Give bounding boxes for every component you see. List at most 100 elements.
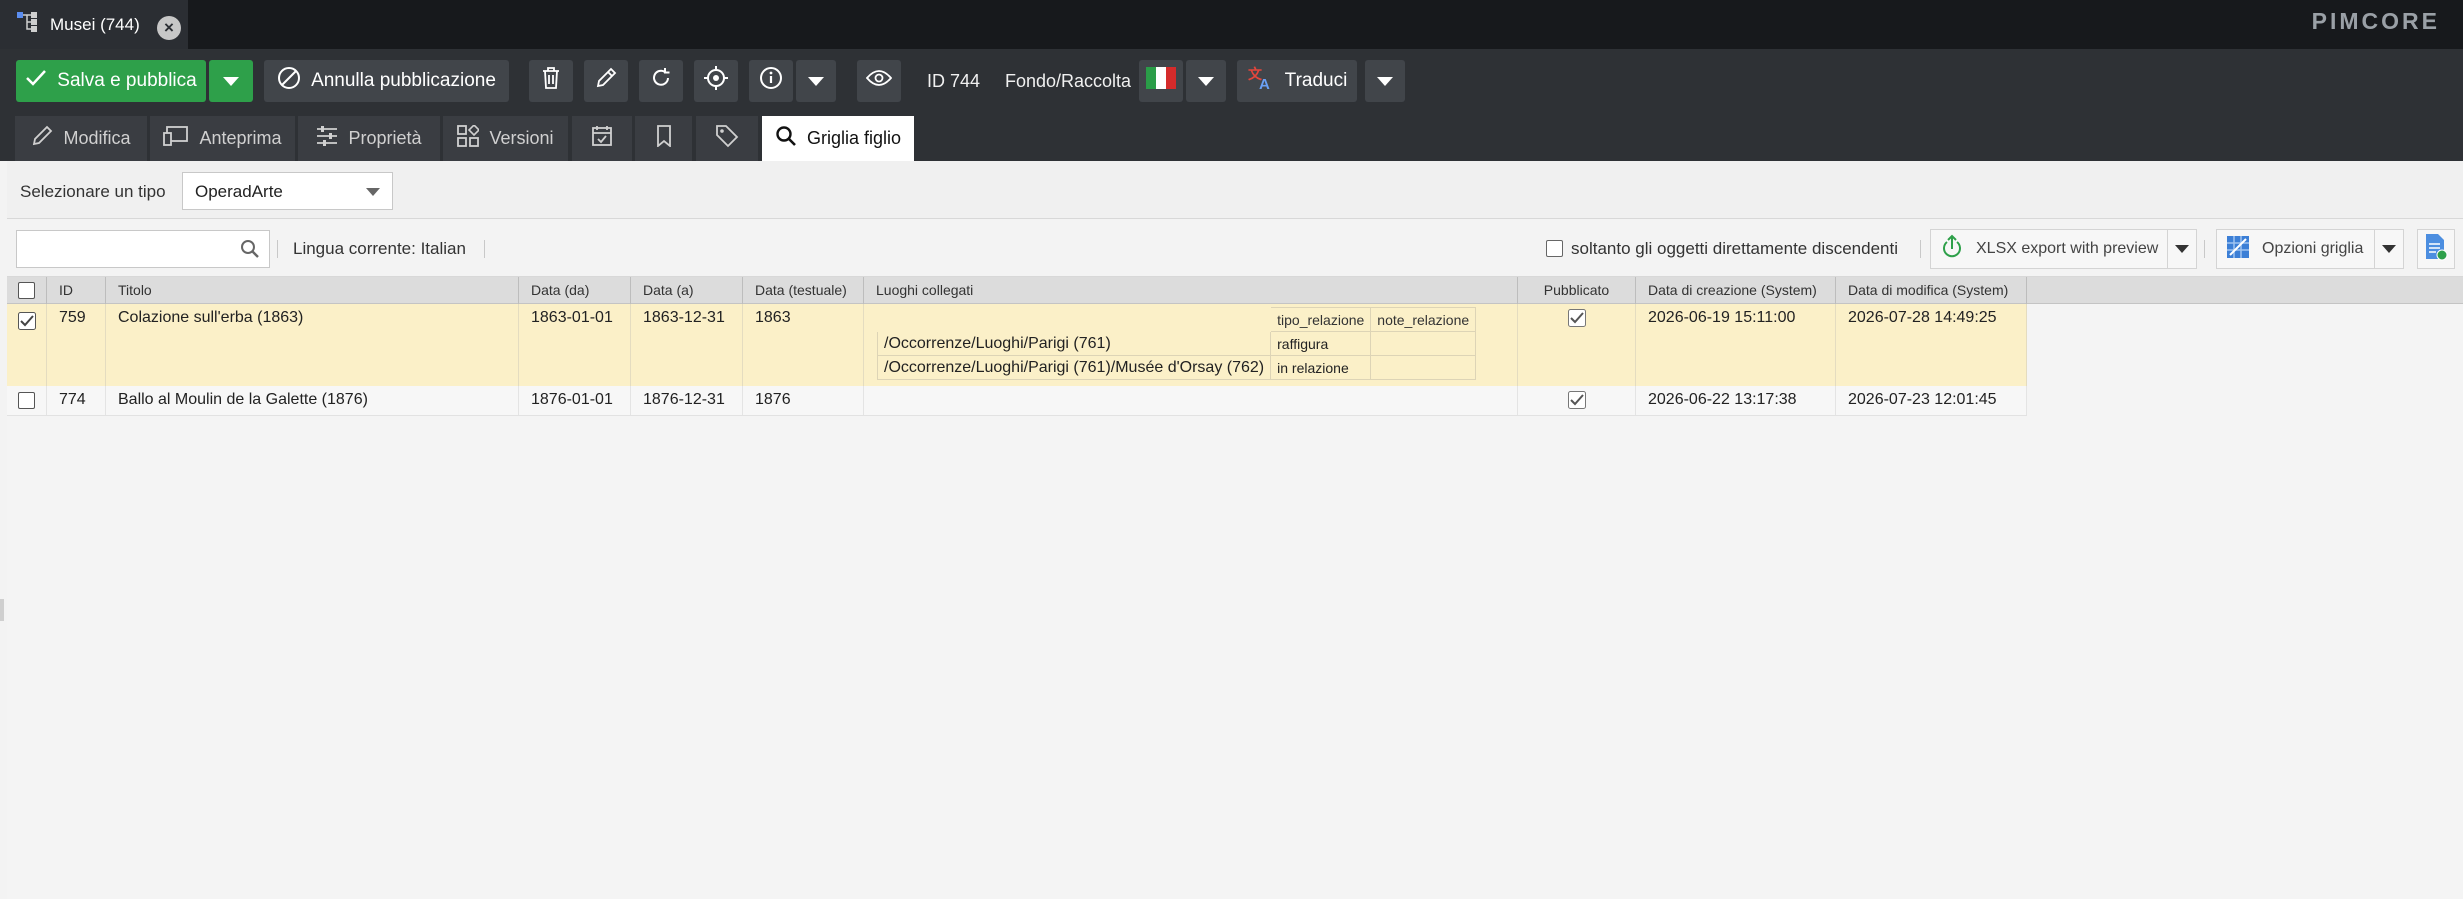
- tab-properties-label: Proprietà: [348, 128, 422, 148]
- cell-published: [1518, 304, 1636, 386]
- grid-options-button[interactable]: Opzioni griglia: [2216, 229, 2404, 269]
- cell-title: Colazione sull'erba (1863): [106, 304, 519, 386]
- cell-published: [1518, 386, 1636, 415]
- row-select-checkbox[interactable]: [18, 392, 35, 409]
- column-header-date-to[interactable]: Data (a): [631, 277, 743, 304]
- tab-properties[interactable]: Proprietà: [298, 116, 440, 161]
- chevron-down-icon: [223, 76, 239, 86]
- checked-checkbox-icon[interactable]: [18, 312, 36, 330]
- tab-versions-label: Versioni: [489, 128, 554, 148]
- tab-edit-label: Modifica: [63, 128, 131, 148]
- chevron-down-icon: [1198, 76, 1214, 86]
- tree-collapse-handle[interactable]: [0, 599, 4, 621]
- check-icon: [25, 69, 47, 93]
- show-in-tree-button[interactable]: [694, 60, 738, 102]
- translate-dropdown[interactable]: [1365, 60, 1405, 102]
- unpublish-button[interactable]: Annulla pubblicazione: [264, 60, 509, 102]
- published-check-icon: [1568, 391, 1586, 409]
- tab-preview-label: Anteprima: [199, 128, 282, 148]
- divider: [484, 240, 485, 258]
- column-header-date-from[interactable]: Data (da): [519, 277, 631, 304]
- class-type-value: OperadArte: [195, 182, 283, 201]
- divider: [1920, 240, 1921, 258]
- column-header-id[interactable]: ID: [47, 277, 106, 304]
- main-toolbar: Salva e pubblica Annulla pubblicazione I…: [0, 49, 2463, 111]
- row-select-cell: [7, 386, 47, 415]
- cell-created: 2026-06-22 13:17:38: [1636, 386, 1836, 415]
- direct-children-checkbox[interactable]: [1546, 240, 1563, 257]
- cell-id: 759: [47, 304, 106, 386]
- tab-tags[interactable]: [696, 116, 758, 161]
- preview-button[interactable]: [857, 60, 901, 102]
- select-all-checkbox[interactable]: [18, 282, 35, 299]
- sliders-icon: [316, 126, 338, 151]
- xlsx-export-button[interactable]: XLSX export with preview: [1930, 229, 2197, 269]
- table-row[interactable]: 759 Colazione sull'erba (1863) 1863-01-0…: [7, 304, 2027, 386]
- published-check-icon: [1568, 309, 1586, 327]
- eye-icon: [865, 69, 893, 93]
- save-options-dropdown[interactable]: [209, 60, 253, 102]
- info-options-dropdown[interactable]: [796, 60, 836, 102]
- object-id: ID 744: [927, 71, 981, 91]
- cell-title: Ballo al Moulin de la Galette (1876): [106, 386, 519, 415]
- linked-places-header-row: tipo_relazione note_relazione: [878, 307, 1477, 332]
- chevron-down-icon: [366, 188, 380, 196]
- cell-id: 774: [47, 386, 106, 415]
- linked-place-row[interactable]: /Occorrenze/Luoghi/Parigi (761)/Musée d'…: [876, 355, 1477, 380]
- linked-place-relation-notes: [1370, 355, 1477, 380]
- calendar-check-icon: [591, 125, 613, 152]
- info-button[interactable]: [749, 60, 793, 102]
- reload-button[interactable]: [639, 60, 683, 102]
- tab-versions[interactable]: Versioni: [443, 116, 568, 161]
- linked-places-table: tipo_relazione note_relazione /Occorrenz…: [876, 307, 1477, 380]
- grid-options-dropdown[interactable]: [2374, 230, 2403, 268]
- save-publish-label: Salva e pubblica: [57, 70, 197, 91]
- linked-place-path[interactable]: /Occorrenze/Luoghi/Parigi (761): [876, 331, 1272, 356]
- class-type-row: Selezionare un tipo OperadArte: [7, 161, 2463, 219]
- column-header-date-text[interactable]: Data (testuale): [743, 277, 864, 304]
- tab-child-grid-label: Griglia figlio: [806, 128, 902, 148]
- translate-button[interactable]: 文A Traduci: [1237, 60, 1357, 102]
- close-icon[interactable]: ×: [157, 16, 181, 40]
- pencil-icon: [31, 125, 53, 152]
- column-header-created[interactable]: Data di creazione (System): [1636, 277, 1836, 304]
- xlsx-export-dropdown[interactable]: [2167, 230, 2196, 268]
- column-header-linked-places[interactable]: Luoghi collegati: [864, 277, 1518, 304]
- cell-date-text: 1863: [743, 304, 864, 386]
- refresh-icon: [650, 67, 672, 95]
- row-select-cell: [7, 304, 47, 386]
- column-header-published[interactable]: Pubblicato: [1518, 277, 1636, 304]
- tab-schedule[interactable]: [572, 116, 632, 161]
- tab-child-grid[interactable]: Griglia figlio: [762, 116, 914, 161]
- top-tab-strip: Musei (744) × PIMCORE: [0, 0, 2463, 49]
- pencil-icon: [595, 67, 617, 95]
- language-dropdown[interactable]: [1186, 60, 1226, 102]
- tab-preview[interactable]: Anteprima: [150, 116, 295, 161]
- grid-options-icon: [2226, 235, 2250, 264]
- search-icon: [775, 125, 797, 152]
- search-input[interactable]: [16, 230, 270, 268]
- linked-place-path[interactable]: /Occorrenze/Luoghi/Parigi (761)/Musée d'…: [876, 355, 1272, 380]
- bookmark-icon: [656, 125, 672, 152]
- document-tab[interactable]: Musei (744) ×: [0, 0, 188, 49]
- save-publish-button[interactable]: Salva e pubblica: [16, 60, 206, 102]
- tab-title: Musei (744): [50, 14, 140, 34]
- tab-edit[interactable]: Modifica: [15, 116, 147, 161]
- column-header-title[interactable]: Titolo: [106, 277, 519, 304]
- cell-linked-places: [864, 386, 1518, 415]
- column-header-modified[interactable]: Data di modifica (System): [1836, 277, 2027, 304]
- table-row[interactable]: 774 Ballo al Moulin de la Galette (1876)…: [7, 386, 2027, 416]
- tab-dependencies[interactable]: [635, 116, 692, 161]
- info-icon: [759, 66, 783, 96]
- crosshair-icon: [704, 66, 728, 96]
- linked-place-relation-notes: [1370, 331, 1477, 356]
- delete-button[interactable]: [529, 60, 573, 102]
- class-type-select[interactable]: OperadArte: [182, 172, 393, 210]
- language-button[interactable]: [1139, 60, 1183, 102]
- grid-config-save-button[interactable]: [2417, 229, 2455, 269]
- linked-place-row[interactable]: /Occorrenze/Luoghi/Parigi (761) raffigur…: [876, 331, 1477, 356]
- cell-created: 2026-06-19 15:11:00: [1636, 304, 1836, 386]
- cell-date-to: 1876-12-31: [631, 386, 743, 415]
- rename-button[interactable]: [584, 60, 628, 102]
- chevron-down-icon: [2175, 245, 2189, 253]
